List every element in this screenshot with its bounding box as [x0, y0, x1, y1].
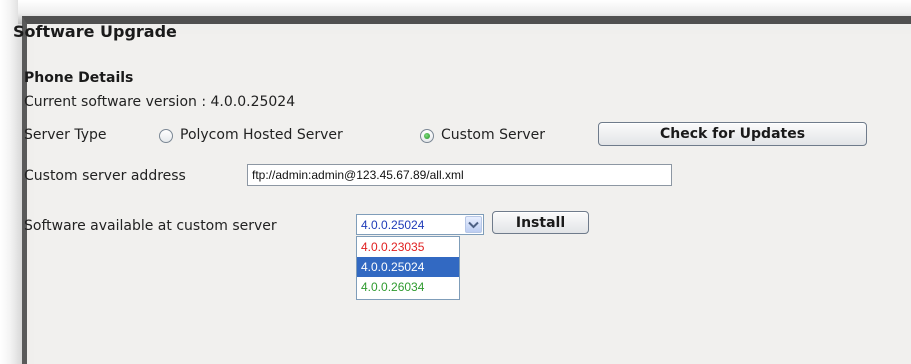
software-upgrade-panel	[34, 34, 911, 364]
software-upgrade-window	[22, 16, 911, 364]
radio-polycom-hosted-label[interactable]: Polycom Hosted Server	[180, 127, 343, 143]
chevron-down-icon[interactable]	[465, 216, 482, 233]
software-version-dropdown-list: 4.0.0.23035 4.0.0.25024 4.0.0.26034	[356, 236, 460, 300]
dropdown-option-25024[interactable]: 4.0.0.25024	[357, 257, 459, 277]
radio-custom-server[interactable]	[420, 129, 434, 143]
software-version-selected-value: 4.0.0.25024	[361, 218, 425, 232]
dropdown-option-23035[interactable]: 4.0.0.23035	[357, 237, 459, 257]
current-version-row: Current software version : 4.0.0.25024	[24, 94, 295, 110]
radio-custom-server-label[interactable]: Custom Server	[441, 127, 545, 143]
phone-details-heading: Phone Details	[24, 70, 134, 86]
custom-server-address-label: Custom server address	[24, 168, 186, 184]
custom-server-address-input[interactable]: ftp://admin:admin@123.45.67.89/all.xml	[247, 164, 672, 186]
current-version-value: 4.0.0.25024	[210, 94, 296, 110]
check-for-updates-button[interactable]: Check for Updates	[598, 122, 867, 146]
software-version-select[interactable]: 4.0.0.25024	[356, 214, 484, 235]
dropdown-option-26034[interactable]: 4.0.0.26034	[357, 277, 459, 297]
software-available-label: Software available at custom server	[24, 218, 277, 234]
install-button[interactable]: Install	[492, 211, 589, 234]
radio-selected-dot	[424, 133, 430, 139]
current-version-label: Current software version :	[24, 94, 207, 110]
server-type-label: Server Type	[24, 127, 107, 143]
page-title: Software Upgrade	[13, 22, 177, 41]
radio-polycom-hosted[interactable]	[159, 129, 173, 143]
